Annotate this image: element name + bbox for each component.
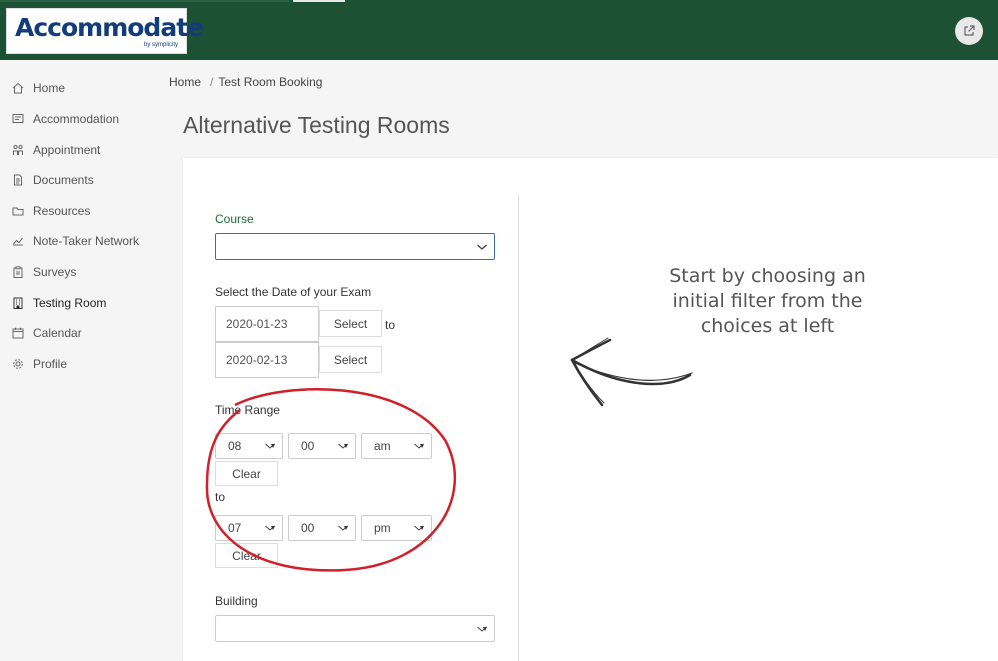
dropdown-caret-icon [477,626,487,632]
hint-arrow-strokes [570,337,693,407]
sidebar-nav: Home Accommodation Appointment Documents… [0,60,160,661]
date-to-value: 2020-02-13 [226,353,288,367]
sidebar-item-label: Appointment [33,143,101,157]
sidebar-item-label: Accommodation [33,112,120,126]
breadcrumb-home[interactable]: Home [169,75,201,89]
sidebar-item-label: Resources [33,204,91,218]
building-select[interactable] [215,615,495,642]
page-title: Alternative Testing Rooms [183,112,450,138]
course-label: Course [215,212,254,226]
sidebar-item-label: Profile [33,357,68,371]
course-select[interactable] [215,233,495,260]
sidebar-item-label: Documents [33,173,94,187]
app-logo[interactable]: Accommodate by symplicity [6,8,204,54]
external-link-button[interactable] [955,17,983,45]
date-from-select-button[interactable]: Select [319,310,382,337]
sidebar-item-label: Testing Room [33,296,107,310]
sidebar-item-documents[interactable]: Documents [0,167,160,193]
date-to-text: to [385,318,396,332]
sidebar-item-resources[interactable]: Resources [0,198,160,224]
logo-subtext: by symplicity [143,42,178,48]
sidebar-item-accommodation[interactable]: Accommodation [0,106,160,132]
breadcrumb: Home / Test Room Booking [169,75,326,89]
people-icon [11,143,25,157]
document-icon [11,173,25,187]
calendar-icon [11,326,25,340]
top-tab-strip [0,0,290,2]
building-label: Building [215,594,258,608]
sidebar-item-label: Surveys [33,265,77,279]
sidebar-item-profile[interactable]: Profile [0,351,160,377]
sidebar-item-surveys[interactable]: Surveys [0,259,160,285]
date-from-field[interactable]: 2020-01-23 [215,306,319,342]
home-icon [11,81,25,95]
sidebar-item-calendar[interactable]: Calendar [0,320,160,346]
top-bar: Accommodate by symplicity [0,0,998,60]
chart-icon [11,234,25,248]
sidebar-item-label: Note-Taker Network [33,234,140,248]
sidebar-item-testing-room[interactable]: Testing Room [0,290,160,316]
clipboard-icon [11,265,25,279]
date-to-select-button[interactable]: Select [319,346,382,373]
sidebar-item-label: Calendar [33,326,82,340]
sidebar-item-appointment[interactable]: Appointment [0,137,160,163]
breadcrumb-separator: / [210,75,214,89]
building-icon [11,296,25,310]
annotation-circle-stroke [205,388,456,572]
sidebar-item-label: Home [33,81,66,95]
panel-divider [518,195,519,661]
breadcrumb-current: Test Room Booking [218,75,323,89]
annotation-circle [205,388,456,572]
sidebar-item-note-taker-network[interactable]: Note-Taker Network [0,228,160,254]
date-label: Select the Date of your Exam [215,285,372,299]
sidebar-item-home[interactable]: Home [0,75,160,101]
date-to-field[interactable]: 2020-02-13 [215,342,319,378]
external-link-icon [964,25,975,36]
message-icon [11,112,25,126]
folder-icon [11,204,25,218]
chevron-down-icon [477,244,487,250]
top-tab-indicator [293,0,345,2]
gear-icon [11,357,25,371]
logo-text: Accommodate [15,13,204,42]
hint-arrow [570,337,693,407]
date-from-value: 2020-01-23 [226,317,288,331]
empty-state-hint: Start by choosing an initial filter from… [669,265,866,337]
